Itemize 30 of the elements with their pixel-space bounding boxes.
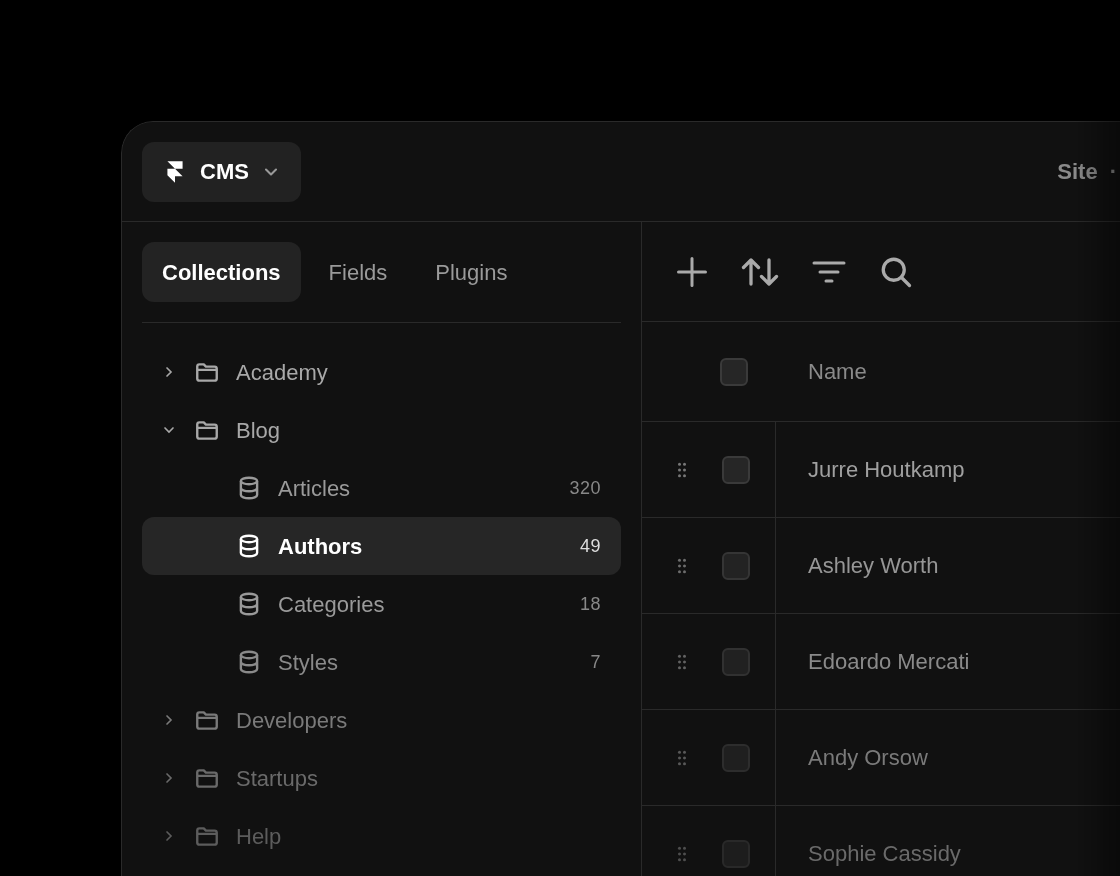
tree-item[interactable]: Academy — [142, 343, 621, 401]
table-cell-text: Ashley Worth — [807, 552, 939, 580]
item-count: 7 — [590, 650, 602, 674]
table-cell-text: Edoardo Mercati — [807, 648, 970, 676]
tab[interactable]: Fields — [308, 242, 408, 302]
site-label: Site — [1057, 158, 1098, 186]
table-cell-text: Andy Orsow — [807, 744, 928, 772]
checkbox[interactable] — [722, 839, 750, 868]
tab[interactable]: Collections — [142, 242, 301, 302]
item-count: 18 — [580, 592, 602, 616]
tab[interactable]: Plugins — [415, 242, 528, 302]
separator-dot: · — [1109, 158, 1117, 186]
cms-menu-button[interactable]: CMS — [142, 141, 301, 202]
table-cell-text: Jurre Houtkamp — [807, 456, 965, 484]
item-count: 320 — [569, 476, 602, 500]
checkbox[interactable] — [722, 551, 750, 580]
checkbox[interactable] — [722, 455, 750, 484]
checkbox[interactable] — [722, 743, 750, 772]
tree-item[interactable]: Startups — [142, 749, 621, 807]
checkbox[interactable] — [722, 647, 750, 676]
item-count: 49 — [580, 534, 602, 558]
tree-item[interactable]: Articles 320 — [142, 459, 621, 517]
column-header: Name — [807, 358, 867, 386]
tree-item[interactable]: Styles 7 — [142, 633, 621, 691]
tree-item[interactable]: Developers — [142, 691, 621, 749]
table-cell-text: Sophie Cassidy — [807, 840, 961, 868]
checkbox[interactable] — [720, 357, 748, 386]
tree-item[interactable]: Blog — [142, 401, 621, 459]
tree-item[interactable]: Authors 49 — [142, 517, 621, 575]
tree-item[interactable]: Categories 18 — [142, 575, 621, 633]
